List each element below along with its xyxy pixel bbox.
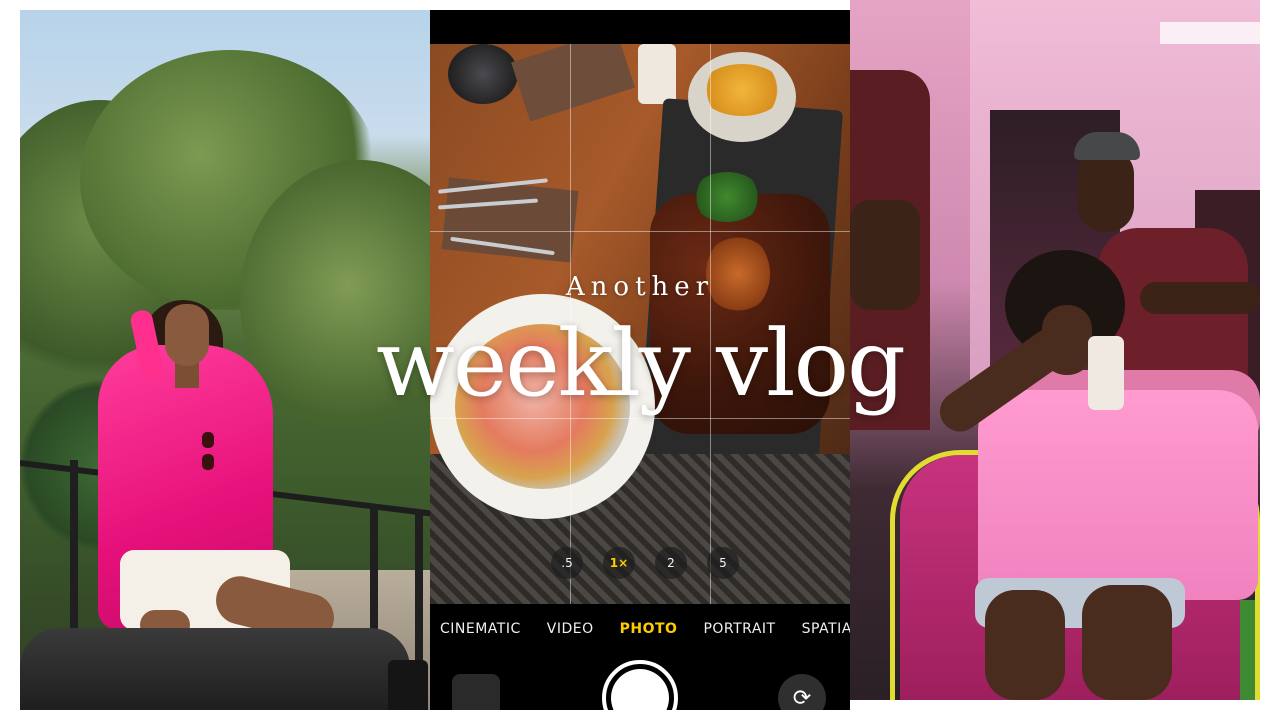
pink-shirt — [978, 390, 1258, 600]
sunglasses — [196, 428, 220, 478]
mode-portrait[interactable]: PORTRAIT — [703, 621, 775, 643]
mode-spatial[interactable]: SPATIAL — [802, 621, 850, 643]
stylist-head — [1078, 148, 1134, 232]
railing-post — [415, 510, 423, 680]
mode-video[interactable]: VIDEO — [547, 621, 594, 643]
zoom-selector: .5 1× 2 5 — [540, 546, 750, 580]
zoom-1x-button[interactable]: 1× — [603, 547, 635, 579]
mode-cinematic[interactable]: CINEMATIC — [440, 621, 521, 643]
title-main: weekly vlog — [376, 310, 906, 417]
shutter-button[interactable] — [602, 660, 678, 710]
wine-glass — [448, 44, 518, 104]
mode-photo[interactable]: PHOTO — [620, 621, 678, 643]
fried-plantain — [700, 64, 784, 116]
stylist-cap — [1074, 132, 1140, 160]
grid-line — [430, 418, 850, 419]
zoom-0-5-button[interactable]: .5 — [551, 547, 583, 579]
stool — [388, 660, 428, 710]
leg — [985, 590, 1065, 700]
zoom-5x-button[interactable]: 5 — [707, 547, 739, 579]
grid-line — [430, 231, 850, 232]
leg — [1082, 585, 1172, 700]
marble-table — [20, 628, 410, 710]
napkin — [511, 44, 635, 122]
ceiling-light — [1160, 22, 1260, 44]
gallery-thumbnail[interactable] — [452, 674, 500, 710]
title-subtitle: Another — [565, 272, 715, 302]
salt-shaker — [638, 44, 676, 104]
camera-mode-selector: CINEMATIC VIDEO PHOTO PORTRAIT SPATIAL — [430, 621, 850, 643]
flip-camera-icon[interactable]: ⟳ — [778, 674, 826, 710]
zoom-2x-button[interactable]: 2 — [655, 547, 687, 579]
garnish — [692, 172, 762, 222]
